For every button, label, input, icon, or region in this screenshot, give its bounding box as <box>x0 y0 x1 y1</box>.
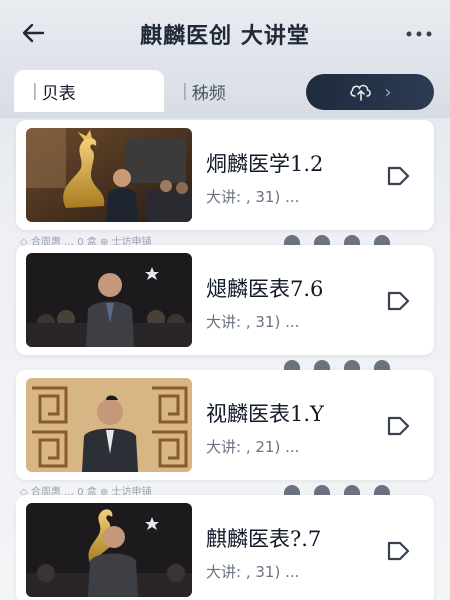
avatar <box>344 235 360 245</box>
share-button[interactable] <box>384 412 412 440</box>
speaker-dragon-thumbnail-image <box>26 128 192 222</box>
lecture-thumbnail <box>26 253 192 347</box>
more-options-button[interactable] <box>404 22 434 46</box>
share-button[interactable] <box>384 287 412 315</box>
participant-avatars <box>284 235 390 245</box>
tab-label: 秭频 <box>191 83 226 104</box>
lecture-card[interactable]: 烔麟医学1.2 大讲: , 31) ... <box>16 120 434 230</box>
avatar <box>344 360 360 370</box>
share-tag-icon <box>387 541 410 561</box>
participant-avatars <box>284 485 390 495</box>
participant-avatars <box>284 360 390 370</box>
lecture-subtitle: 大讲: , 31) ... <box>206 563 300 581</box>
avatar <box>314 485 330 495</box>
lecture-card[interactable]: 视麟医表1.Y 大讲: , 21) ... <box>16 370 434 480</box>
lecture-title: 烔麟医学1.2 <box>206 152 324 176</box>
cloud-upload-icon <box>350 84 372 101</box>
share-tag-icon <box>387 291 410 311</box>
lecture-subtitle: 大讲: , 31) ... <box>206 313 300 331</box>
lecture-title: 煺麟医表7.6 <box>206 277 324 301</box>
lecture-card[interactable]: 麒麟医表?.7 大讲: , 31) ... <box>16 495 434 600</box>
speaker-audience-thumbnail-image <box>26 253 192 347</box>
lecture-thumbnail <box>26 378 192 472</box>
lecture-card[interactable]: 煺麟医表7.6 大讲: , 31) ... <box>16 245 434 355</box>
lecture-subtitle: 大讲: , 31) ... <box>206 188 300 206</box>
lecture-thumbnail <box>26 503 192 597</box>
speaker-dragon-audience-thumbnail-image <box>26 503 192 597</box>
tab-label: 贝表 <box>41 83 76 104</box>
share-tag-icon <box>387 166 410 186</box>
avatar <box>374 360 390 370</box>
speaker-pattern-thumbnail-image <box>26 378 192 472</box>
upload-button[interactable]: › <box>306 74 434 110</box>
avatar <box>284 485 300 495</box>
avatar <box>314 235 330 245</box>
tab-bar: | 贝表 | 秭频 <box>14 70 304 112</box>
page-title: 麒麟医创 大讲堂 <box>140 24 310 49</box>
avatar <box>374 485 390 495</box>
avatar <box>284 360 300 370</box>
app-header: 麒麟医创 大讲堂 | 贝表 | 秭频 › <box>0 0 450 118</box>
tab-documents[interactable]: | 贝表 <box>14 70 164 112</box>
avatar <box>284 235 300 245</box>
avatar <box>314 360 330 370</box>
share-button[interactable] <box>384 162 412 190</box>
lecture-thumbnail <box>26 128 192 222</box>
lecture-title: 视麟医表1.Y <box>206 402 324 426</box>
lecture-title: 麒麟医表?.7 <box>206 527 322 551</box>
avatar <box>374 235 390 245</box>
tab-divider: | <box>32 81 38 101</box>
lecture-subtitle: 大讲: , 21) ... <box>206 438 300 456</box>
share-tag-icon <box>387 416 410 436</box>
tab-divider: | <box>182 81 188 101</box>
avatar <box>344 485 360 495</box>
tab-videos[interactable]: | 秭频 <box>164 70 244 112</box>
more-dots-icon <box>406 31 432 37</box>
chevron-right-icon: › <box>384 81 392 103</box>
share-button[interactable] <box>384 537 412 565</box>
